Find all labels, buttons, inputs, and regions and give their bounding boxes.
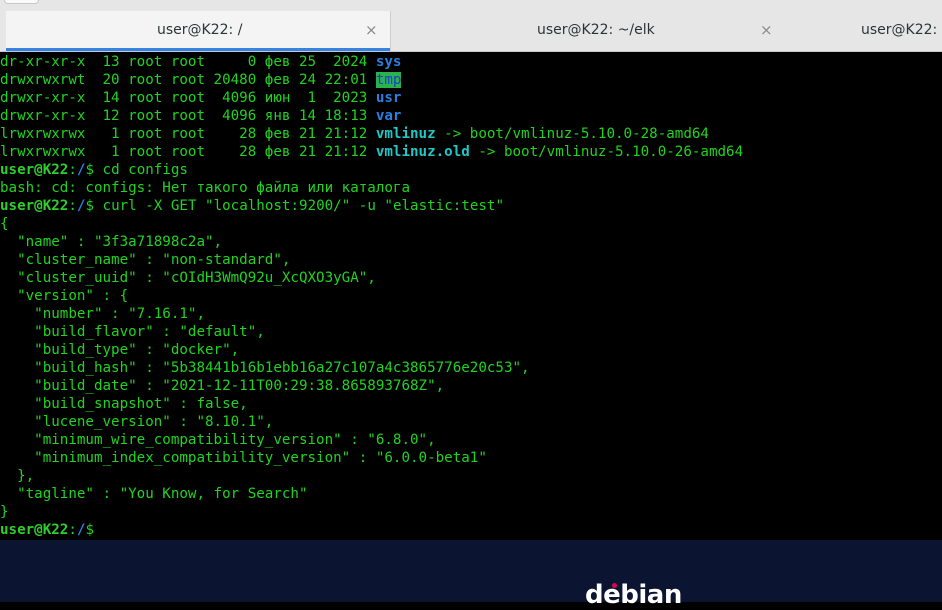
ls-link-target: -> boot/vmlinuz-5.10.0-28-amd64: [435, 126, 709, 142]
debian-swirl-icon: [612, 583, 617, 588]
json-line: "number" : "7.16.1",: [0, 306, 205, 322]
tab-title: user@K22: ~/elk: [537, 22, 655, 38]
ls-row-meta: drwxr-xr-x 14 root root 4096 июн 1 2023: [0, 90, 376, 106]
ls-row-meta: dr-xr-xr-x 13 root root 0 фев 25 2024: [0, 54, 376, 70]
ls-entry-name: usr: [375, 90, 402, 106]
tab-title: user@K22: /: [157, 22, 243, 38]
prompt-dollar: $: [85, 162, 94, 178]
ls-row: dr-xr-xr-x 13 root root 0 фев 25 2024 sy…: [0, 53, 401, 71]
desktop-background: debian: [0, 540, 942, 610]
error-line: bash: cd: configs: Нет такого файла или …: [0, 180, 410, 196]
ls-row: lrwxrwxrwx 1 root root 28 фев 21 21:12 v…: [0, 125, 709, 143]
ls-row-meta: lrwxrwxrwx 1 root root 28 фев 21 21:12: [0, 126, 376, 142]
ls-row-meta: lrwxrwxrwx 1 root root 28 фев 21 21:12: [0, 144, 376, 160]
json-line: "build_snapshot" : false,: [0, 396, 248, 412]
json-line: "version" : {: [0, 288, 129, 304]
window-menu-button[interactable]: [4, 0, 39, 4]
json-line: "build_hash" : "5b38441b16b1ebb16a27c107…: [0, 360, 530, 376]
prompt-separator: :: [68, 198, 77, 214]
json-line: {: [0, 216, 9, 232]
prompt-dollar: $: [85, 198, 94, 214]
tab-home[interactable]: user@K22: ~: [792, 11, 942, 51]
json-line: "build_date" : "2021-12-11T00:29:38.8658…: [0, 378, 445, 394]
json-line: }: [0, 504, 9, 520]
json-line: "minimum_index_compatibility_version" : …: [0, 450, 487, 466]
command-text: cd configs: [93, 162, 188, 178]
prompt-host: user@K22: [0, 198, 69, 214]
json-line: "lucene_version" : "8.10.1",: [0, 414, 274, 430]
ls-entry-name: var: [375, 108, 402, 124]
json-line: "tagline" : "You Know, for Search": [0, 486, 308, 502]
ls-entry-name: sys: [375, 54, 402, 70]
tab-bar: user@K22: / × user@K22: ~/elk × user@K22…: [0, 11, 942, 52]
json-line: "cluster_uuid" : "cOIdH3WmQ92u_XcQXO3yGA…: [0, 270, 376, 286]
json-line: "cluster_name" : "non-standard",: [0, 252, 291, 268]
command-text: curl -X GET "localhost:9200/" -u "elasti…: [93, 198, 504, 214]
ls-row: lrwxrwxrwx 1 root root 28 фев 21 21:12 v…: [0, 143, 743, 161]
ls-row: drwxrwxrwt 20 root root 20480 фев 24 22:…: [0, 71, 402, 89]
ls-row: drwxr-xr-x 12 root root 4096 янв 14 18:1…: [0, 107, 401, 125]
prompt-line: user@K22:/$ cd configs: [0, 161, 188, 179]
ls-row: drwxr-xr-x 14 root root 4096 июн 1 2023 …: [0, 89, 401, 107]
json-line: },: [0, 468, 35, 484]
ls-link-target: -> boot/vmlinuz-5.10.0-26-amd64: [469, 144, 744, 160]
terminal-output[interactable]: dr-xr-xr-x 13 root root 0 фев 25 2024 sy…: [0, 52, 942, 540]
prompt-separator: :: [68, 162, 77, 178]
close-icon[interactable]: ×: [365, 21, 378, 39]
ls-row-meta: drwxr-xr-x 12 root root 4096 янв 14 18:1…: [0, 108, 376, 124]
ls-entry-name: vmlinuz.old: [375, 144, 470, 160]
prompt-line[interactable]: user@K22:/$: [0, 521, 94, 539]
ls-row-meta: drwxrwxrwt 20 root root 20480 фев 24 22:…: [0, 72, 376, 88]
tab-title: user@K22: ~: [861, 22, 942, 38]
close-icon[interactable]: ×: [760, 21, 773, 39]
prompt-line: user@K22:/$ curl -X GET "localhost:9200/…: [0, 197, 504, 215]
ls-entry-name: tmp: [375, 72, 402, 88]
prompt-host: user@K22: [0, 522, 69, 538]
prompt-separator: :: [68, 522, 77, 538]
window-top-strip: [0, 0, 942, 11]
debian-logo: debian: [585, 580, 682, 610]
json-line: "name" : "3f3a71898c2a",: [0, 234, 223, 250]
tab-root[interactable]: user@K22: / ×: [6, 11, 390, 51]
tab-elk[interactable]: user@K22: ~/elk ×: [391, 11, 791, 51]
json-line: "build_flavor" : "default",: [0, 324, 265, 340]
ls-entry-name: vmlinuz: [375, 126, 436, 142]
prompt-dollar: $: [85, 522, 94, 538]
json-line: "build_type" : "docker",: [0, 342, 240, 358]
prompt-host: user@K22: [0, 162, 69, 178]
json-line: "minimum_wire_compatibility_version" : "…: [0, 432, 436, 448]
active-tab-indicator: [6, 48, 390, 51]
